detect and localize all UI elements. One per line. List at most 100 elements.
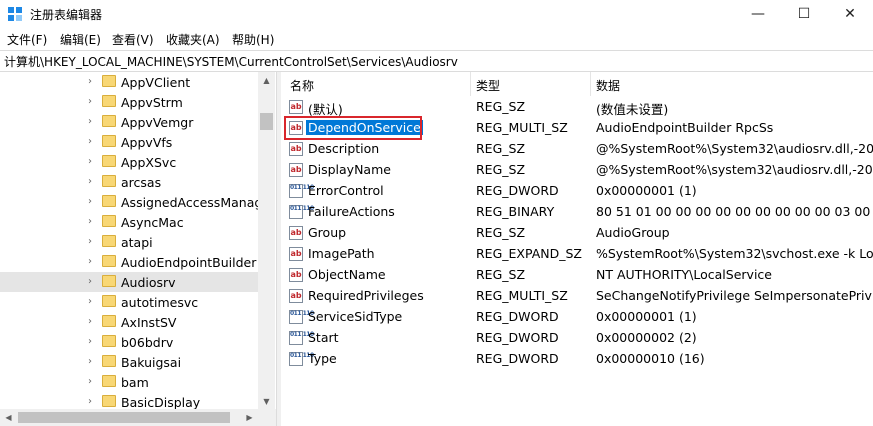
value-name[interactable]: ObjectName bbox=[306, 267, 388, 282]
value-data: @%SystemRoot%\System32\audiosrv.dll,-201 bbox=[596, 141, 873, 156]
menu-bar: 文件(F) 编辑(E) 查看(V) 收藏夹(A) 帮助(H) bbox=[0, 28, 873, 49]
expand-chevron-icon[interactable]: › bbox=[88, 276, 92, 287]
tree-item-label: Audiosrv bbox=[121, 275, 176, 290]
value-row[interactable]: 011 110 FailureActions REG_BINARY 80 51 01 … bbox=[281, 202, 873, 223]
tree-item[interactable]: › AudioEndpointBuilder bbox=[0, 252, 258, 272]
value-name[interactable]: Description bbox=[306, 141, 381, 156]
tree-item[interactable]: › AsyncMac bbox=[0, 212, 258, 232]
tree-item[interactable]: › arcsas bbox=[0, 172, 258, 192]
value-name[interactable]: Start bbox=[306, 330, 341, 345]
tree-item[interactable]: › AppvVfs bbox=[0, 132, 258, 152]
tree-item[interactable]: › AppXSvc bbox=[0, 152, 258, 172]
menu-favorites[interactable]: 收藏夹(A) bbox=[166, 31, 220, 48]
column-divider[interactable] bbox=[590, 72, 591, 96]
expand-chevron-icon[interactable]: › bbox=[88, 156, 92, 167]
tree-item[interactable]: › AppvVemgr bbox=[0, 112, 258, 132]
tree-item-label: BasicDisplay bbox=[121, 395, 201, 410]
column-divider[interactable] bbox=[470, 72, 471, 96]
column-header-data[interactable]: 数据 bbox=[596, 77, 620, 94]
value-type: REG_DWORD bbox=[476, 183, 559, 198]
expand-chevron-icon[interactable]: › bbox=[88, 176, 92, 187]
value-data: AudioGroup bbox=[596, 225, 670, 240]
expand-chevron-icon[interactable]: › bbox=[88, 336, 92, 347]
value-row[interactable]: ab RequiredPrivileges REG_MULTI_SZ SeChange… bbox=[281, 286, 873, 307]
value-row[interactable]: ab ObjectName REG_SZ NT AUTHORITY\LocalServ… bbox=[281, 265, 873, 286]
value-name[interactable]: ImagePath bbox=[306, 246, 377, 261]
tree-item[interactable]: › Audiosrv bbox=[0, 272, 258, 292]
tree-item[interactable]: › bam bbox=[0, 372, 258, 392]
scroll-right-arrow-icon[interactable]: ▶ bbox=[241, 409, 258, 426]
value-type: REG_SZ bbox=[476, 141, 526, 156]
column-header-name[interactable]: 名称 bbox=[290, 77, 314, 94]
expand-chevron-icon[interactable]: › bbox=[88, 256, 92, 267]
expand-chevron-icon[interactable]: › bbox=[88, 116, 92, 127]
expand-chevron-icon[interactable]: › bbox=[88, 356, 92, 367]
scroll-left-arrow-icon[interactable]: ◀ bbox=[0, 409, 17, 426]
tree-item-label: AsyncMac bbox=[121, 215, 184, 230]
tree-item[interactable]: › AxInstSV bbox=[0, 312, 258, 332]
tree-horizontal-scrollbar[interactable]: ◀ ▶ bbox=[0, 409, 276, 426]
expand-chevron-icon[interactable]: › bbox=[88, 316, 92, 327]
folder-icon bbox=[102, 395, 116, 407]
address-bar[interactable]: 计算机\HKEY_LOCAL_MACHINE\SYSTEM\CurrentCon… bbox=[0, 50, 873, 72]
expand-chevron-icon[interactable]: › bbox=[88, 216, 92, 227]
value-row[interactable]: 011 110 Start REG_DWORD 0x00000002 (2) bbox=[281, 328, 873, 349]
expand-chevron-icon[interactable]: › bbox=[88, 236, 92, 247]
value-data: (数值未设置) bbox=[596, 102, 669, 117]
tree-item[interactable]: › AssignedAccessManage bbox=[0, 192, 270, 212]
tree-item[interactable]: › atapi bbox=[0, 232, 258, 252]
tree-item-label: AssignedAccessManage bbox=[121, 195, 270, 210]
value-name[interactable]: ServiceSidType bbox=[306, 309, 404, 324]
expand-chevron-icon[interactable]: › bbox=[88, 76, 92, 87]
menu-help[interactable]: 帮助(H) bbox=[232, 31, 274, 48]
value-name[interactable]: Type bbox=[306, 351, 339, 366]
tree-horizontal-scroll-thumb[interactable] bbox=[18, 412, 230, 423]
menu-view[interactable]: 查看(V) bbox=[112, 31, 154, 48]
folder-icon bbox=[102, 175, 116, 187]
value-name[interactable]: Group bbox=[306, 225, 348, 240]
binary-value-icon: 011 110 bbox=[289, 205, 314, 219]
menu-file[interactable]: 文件(F) bbox=[7, 31, 47, 48]
value-row[interactable]: ab (默认) REG_SZ (数值未设置) bbox=[281, 97, 873, 118]
column-header-type[interactable]: 类型 bbox=[476, 77, 500, 94]
folder-icon bbox=[102, 115, 116, 127]
value-row[interactable]: ab Group REG_SZ AudioGroup bbox=[281, 223, 873, 244]
close-button[interactable]: ✕ bbox=[827, 0, 873, 28]
expand-chevron-icon[interactable]: › bbox=[88, 376, 92, 387]
scroll-down-arrow-icon[interactable]: ▼ bbox=[258, 393, 275, 410]
minimize-button[interactable]: — bbox=[735, 0, 781, 28]
string-value-icon: ab bbox=[289, 268, 303, 282]
value-row[interactable]: 011 110 ServiceSidType REG_DWORD 0x00000001… bbox=[281, 307, 873, 328]
address-path[interactable]: 计算机\HKEY_LOCAL_MACHINE\SYSTEM\CurrentCon… bbox=[4, 53, 458, 70]
tree-item[interactable]: › BasicDisplay bbox=[0, 392, 258, 410]
tree-item-label: AppvVemgr bbox=[121, 115, 194, 130]
value-row[interactable]: ab DisplayName REG_SZ @%SystemRoot%\system3… bbox=[281, 160, 873, 181]
value-name[interactable]: DisplayName bbox=[306, 162, 393, 177]
tree-item[interactable]: › Bakuigsai bbox=[0, 352, 258, 372]
value-row[interactable]: 011 110 Type REG_DWORD 0x00000010 (16) bbox=[281, 349, 873, 370]
value-row[interactable]: ab ImagePath REG_EXPAND_SZ %SystemRoot%\Sys… bbox=[281, 244, 873, 265]
tree-item-label: AppXSvc bbox=[121, 155, 177, 170]
expand-chevron-icon[interactable]: › bbox=[88, 96, 92, 107]
tree-item[interactable]: › AppVClient bbox=[0, 72, 258, 92]
expand-chevron-icon[interactable]: › bbox=[88, 196, 92, 207]
menu-edit[interactable]: 编辑(E) bbox=[60, 31, 101, 48]
expand-chevron-icon[interactable]: › bbox=[88, 296, 92, 307]
value-name[interactable]: ErrorControl bbox=[306, 183, 386, 198]
value-data: 0x00000001 (1) bbox=[596, 183, 697, 198]
value-row[interactable]: 011 110 ErrorControl REG_DWORD 0x00000001 (… bbox=[281, 181, 873, 202]
expand-chevron-icon[interactable]: › bbox=[88, 396, 92, 407]
value-row[interactable]: ab Description REG_SZ @%SystemRoot%\System3… bbox=[281, 139, 873, 160]
tree-vertical-scrollbar[interactable]: ▲ ▼ bbox=[258, 72, 275, 410]
expand-chevron-icon[interactable]: › bbox=[88, 136, 92, 147]
value-name[interactable]: FailureActions bbox=[306, 204, 397, 219]
tree-vertical-scroll-thumb[interactable] bbox=[260, 113, 273, 130]
value-data: %SystemRoot%\System32\svchost.exe -k Loc… bbox=[596, 246, 873, 261]
folder-icon bbox=[102, 295, 116, 307]
tree-item[interactable]: › AppvStrm bbox=[0, 92, 258, 112]
tree-item[interactable]: › b06bdrv bbox=[0, 332, 258, 352]
scroll-up-arrow-icon[interactable]: ▲ bbox=[258, 72, 275, 89]
tree-item[interactable]: › autotimesvc bbox=[0, 292, 258, 312]
value-name[interactable]: RequiredPrivileges bbox=[306, 288, 426, 303]
maximize-button[interactable]: ☐ bbox=[781, 0, 827, 28]
